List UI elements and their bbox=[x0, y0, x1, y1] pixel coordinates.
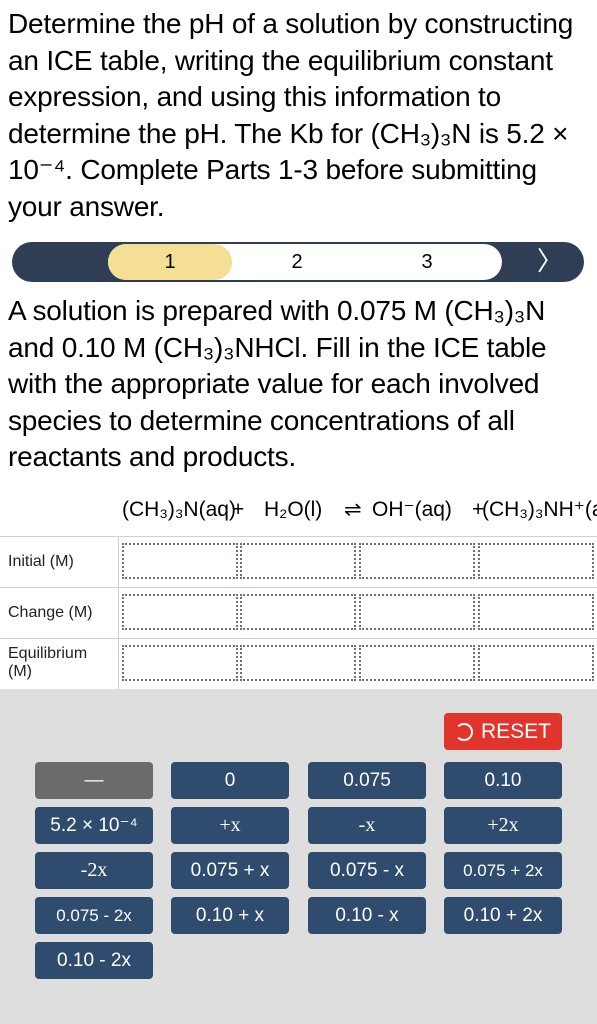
ice-cell-equilibrium-water[interactable] bbox=[240, 645, 356, 681]
row-equilibrium: Equilibrium (M) bbox=[0, 639, 597, 690]
step-1[interactable]: 1 bbox=[108, 244, 232, 280]
ice-cell-change-hydroxide[interactable] bbox=[359, 594, 475, 630]
blank-key[interactable]: — bbox=[35, 762, 153, 799]
key-0.10-plus-x[interactable]: 0.10 + x bbox=[171, 897, 289, 934]
ice-cell-equilibrium-trimethylamine[interactable] bbox=[122, 645, 238, 681]
product-hydroxide: OH⁻(aq) bbox=[372, 498, 452, 521]
ice-cell-equilibrium-trimethylammonium[interactable] bbox=[478, 645, 594, 681]
ice-cell-initial-trimethylamine[interactable] bbox=[122, 543, 238, 579]
ice-cell-initial-hydroxide[interactable] bbox=[359, 543, 475, 579]
key-minus-2x[interactable]: -2x bbox=[35, 852, 153, 889]
ice-cell-initial-trimethylammonium[interactable] bbox=[478, 543, 594, 579]
reaction-equation: (CH₃)₃N(aq) + H₂O(l) ⇌ OH⁻(aq) + (CH₃)₃N… bbox=[120, 492, 597, 528]
key-0.10[interactable]: 0.10 bbox=[444, 762, 562, 799]
row-label: Change (M) bbox=[0, 588, 119, 638]
reset-button[interactable]: RESET bbox=[444, 713, 562, 750]
product-trimethylammonium: (CH₃)₃NH⁺(aq) bbox=[482, 498, 597, 521]
reactant-trimethylamine: (CH₃)₃N(aq) bbox=[122, 498, 236, 521]
key-0.10-plus-2x[interactable]: 0.10 + 2x bbox=[444, 897, 562, 934]
plus-sign: + bbox=[232, 498, 245, 521]
row-initial: Initial (M) bbox=[0, 537, 597, 588]
key-0[interactable]: 0 bbox=[171, 762, 289, 799]
key-plus-x[interactable]: +x bbox=[171, 807, 289, 844]
key-0.075-plus-x[interactable]: 0.075 + x bbox=[171, 852, 289, 889]
key-0.075-minus-x[interactable]: 0.075 - x bbox=[308, 852, 426, 889]
key-0.075[interactable]: 0.075 bbox=[308, 762, 426, 799]
ice-cell-change-trimethylammonium[interactable] bbox=[478, 594, 594, 630]
chevron-right-icon[interactable]: 〉 bbox=[532, 242, 568, 282]
row-change: Change (M) bbox=[0, 588, 597, 639]
key-minus-x[interactable]: -x bbox=[308, 807, 426, 844]
undo-icon bbox=[454, 723, 473, 741]
ice-cell-change-water[interactable] bbox=[240, 594, 356, 630]
ice-cell-change-trimethylamine[interactable] bbox=[122, 594, 238, 630]
key-plus-2x[interactable]: +2x bbox=[444, 807, 562, 844]
step-3[interactable]: 3 bbox=[362, 244, 492, 280]
key-0.075-minus-2x[interactable]: 0.075 - 2x bbox=[35, 897, 153, 934]
row-label: Equilibrium (M) bbox=[0, 639, 119, 689]
key-0.075-plus-2x[interactable]: 0.075 + 2x bbox=[444, 852, 562, 889]
ice-table: Initial (M) Change (M) Equilibrium (M) bbox=[0, 536, 597, 690]
step-2[interactable]: 2 bbox=[232, 244, 362, 280]
key-0.10-minus-x[interactable]: 0.10 - x bbox=[308, 897, 426, 934]
question-text: Determine the pH of a solution by constr… bbox=[8, 8, 574, 222]
part-prompt: A solution is prepared with 0.075 M (CH₃… bbox=[8, 295, 547, 472]
key-kb-value[interactable]: 5.2 × 10⁻⁴ bbox=[35, 807, 153, 844]
row-label: Initial (M) bbox=[0, 537, 119, 587]
reset-label: RESET bbox=[480, 720, 551, 743]
part-stepper: 1 2 3 〉 bbox=[12, 242, 584, 282]
equilibrium-arrow-icon: ⇌ bbox=[344, 498, 362, 521]
ice-cell-initial-water[interactable] bbox=[240, 543, 356, 579]
reactant-water: H₂O(l) bbox=[264, 498, 323, 521]
key-0.10-minus-2x[interactable]: 0.10 - 2x bbox=[35, 942, 153, 979]
ice-cell-equilibrium-hydroxide[interactable] bbox=[359, 645, 475, 681]
